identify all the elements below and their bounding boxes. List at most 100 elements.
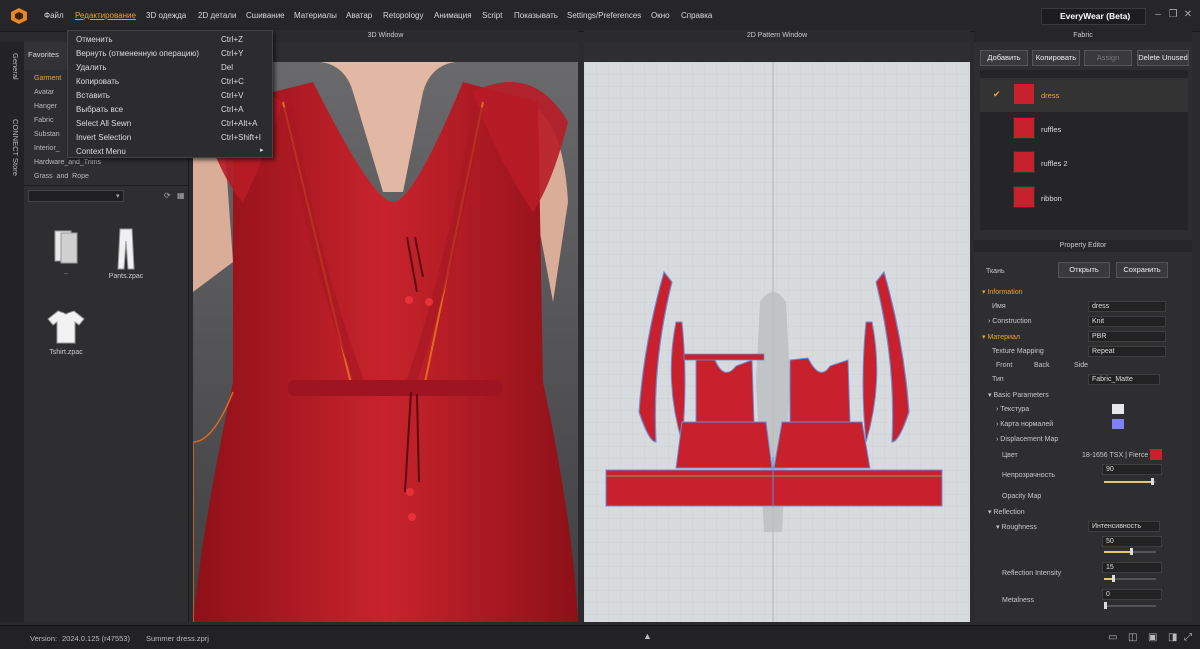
menu-sewing[interactable]: Сшивание — [246, 11, 285, 20]
fabric-item-dress[interactable]: ✔ dress — [980, 78, 1188, 112]
tree-item-avatar[interactable]: Avatar — [34, 89, 54, 96]
chevron-down-icon[interactable]: ▾ — [116, 192, 120, 200]
library-search-input[interactable] — [28, 190, 124, 202]
metalness-slider-knob[interactable] — [1104, 602, 1107, 609]
menu-item-select-all-sewn[interactable]: Select All Sewn — [76, 119, 131, 128]
texture-mapping-select[interactable]: Repeat — [1088, 346, 1166, 357]
menu-edit[interactable]: Редактирование — [75, 11, 136, 20]
side-back-tab[interactable]: Back — [1034, 362, 1050, 369]
fabric-panel-title: Fabric — [1073, 32, 1093, 39]
menu-avatar[interactable]: Аватар — [346, 11, 372, 20]
normal-map-swatch[interactable] — [1112, 419, 1124, 429]
menu-script[interactable]: Script — [482, 11, 502, 20]
roughness-slider-knob[interactable] — [1130, 548, 1133, 555]
layout-4-icon[interactable]: ◨ — [1168, 632, 1177, 643]
menu-item-paste[interactable]: Вставить — [76, 91, 110, 100]
fullscreen-icon[interactable]: ⤢ — [1184, 632, 1192, 643]
menu-file[interactable]: Файл — [44, 11, 64, 20]
menu-item-copy[interactable]: Копировать — [76, 77, 119, 86]
fabric-item-ruffles[interactable]: ruffles — [980, 112, 1188, 146]
metalness-slider[interactable] — [1104, 602, 1156, 609]
reflection-intensity-field[interactable]: 15 — [1102, 562, 1162, 573]
menu-item-select-all[interactable]: Выбрать все — [76, 105, 123, 114]
menu-animation[interactable]: Анимация — [434, 11, 472, 20]
fabric-item-ribbon[interactable]: ribbon — [980, 181, 1188, 215]
roughness-mode-select[interactable]: Интенсивность — [1088, 521, 1160, 532]
tree-item-fabric[interactable]: Fabric — [34, 117, 53, 124]
section-basic-params[interactable]: ▾ Basic Parameters — [988, 391, 1049, 399]
normal-map-label[interactable]: › Карта нормалей — [996, 421, 1053, 428]
product-selector[interactable]: EveryWear (Beta) — [1041, 8, 1146, 25]
tab-general[interactable]: General — [4, 48, 20, 84]
layout-1-icon[interactable]: ▭ — [1108, 632, 1117, 643]
copy-fabric-button[interactable]: Копировать — [1032, 50, 1080, 66]
roughness-label[interactable]: ▾ Roughness — [996, 523, 1037, 531]
menu-display[interactable]: Показывать — [514, 11, 558, 20]
close-icon[interactable]: ✕ — [1182, 9, 1194, 21]
fabric-name: dress — [1041, 91, 1060, 100]
refresh-icon[interactable]: ⟳ — [164, 191, 171, 200]
tree-item-interior[interactable]: Interior_ — [34, 145, 60, 152]
menu-item-context-menu[interactable]: Context Menu — [76, 147, 126, 156]
type-select[interactable]: Fabric_Matte — [1088, 374, 1160, 385]
tree-item-hardware[interactable]: Hardware_and_Trims — [34, 159, 101, 166]
menu-settings[interactable]: Settings/Preferences — [567, 11, 641, 20]
opacity-slider[interactable] — [1104, 478, 1156, 485]
section-information[interactable]: ▾ Information — [982, 288, 1023, 296]
file-item-parent[interactable]: .. — [36, 227, 96, 276]
section-material[interactable]: ▾ Материал — [982, 333, 1020, 341]
reflection-intensity-slider[interactable] — [1104, 575, 1156, 582]
tab-connect-store[interactable]: CONNECT Store — [4, 112, 20, 182]
displacement-label[interactable]: › Displacement Map — [996, 436, 1058, 443]
maximize-icon[interactable]: ❐ — [1167, 9, 1179, 21]
reflection-intensity-slider-knob[interactable] — [1112, 575, 1115, 582]
material-select[interactable]: PBR — [1088, 331, 1166, 342]
tree-item-garment[interactable]: Garment — [34, 75, 61, 82]
menu-retopology[interactable]: Retopology — [383, 11, 423, 20]
tree-item-substance[interactable]: Substan — [34, 131, 60, 138]
add-fabric-button[interactable]: Добавить — [980, 50, 1028, 66]
save-button[interactable]: Сохранить — [1116, 262, 1168, 278]
menu-item-redo[interactable]: Вернуть (отмененную операцию) — [76, 49, 199, 58]
delete-unused-button[interactable]: Delete Unused — [1137, 50, 1189, 66]
2d-pattern-canvas[interactable] — [584, 62, 970, 622]
texture-swatch[interactable] — [1112, 404, 1124, 414]
tree-item-hanger[interactable]: Hanger — [34, 103, 57, 110]
file-item-pants[interactable]: Pants.zpac — [96, 227, 156, 280]
name-field[interactable]: dress — [1088, 301, 1166, 312]
view-toggle-icon[interactable]: ▦ — [177, 191, 185, 200]
section-reflection[interactable]: ▾ Reflection — [988, 508, 1025, 516]
menu-help[interactable]: Справка — [681, 11, 712, 20]
tab-favorites[interactable]: Favorites — [28, 50, 59, 59]
menu-3d-garment[interactable]: 3D одежда — [146, 11, 186, 20]
layout-3-icon[interactable]: ▣ — [1148, 632, 1157, 643]
2d-pattern-window[interactable]: 2D Pattern Window — [584, 30, 970, 622]
open-button[interactable]: Открыть — [1058, 262, 1110, 278]
tree-item-grass[interactable]: Grass_and_Rope — [34, 173, 89, 179]
texture-label[interactable]: › Текстура — [996, 406, 1029, 413]
construction-label[interactable]: › Construction — [988, 318, 1032, 325]
layout-2-icon[interactable]: ◫ — [1128, 632, 1137, 643]
minimize-icon[interactable]: – — [1152, 9, 1164, 21]
app-logo-icon[interactable] — [10, 7, 28, 25]
construction-field[interactable]: Knit — [1088, 316, 1166, 327]
menu-materials[interactable]: Материалы — [294, 11, 337, 20]
expand-up-icon[interactable]: ▲ — [643, 631, 652, 641]
opacity-slider-knob[interactable] — [1151, 478, 1154, 485]
menu-item-delete[interactable]: Удалить — [76, 63, 107, 72]
opacity-field[interactable]: 90 — [1102, 464, 1162, 475]
assign-fabric-button[interactable]: Assign — [1084, 50, 1132, 66]
metalness-field[interactable]: 0 — [1102, 589, 1162, 600]
menu-2d-pattern[interactable]: 2D детали — [198, 11, 236, 20]
side-front-tab[interactable]: Front — [996, 362, 1012, 369]
menu-window[interactable]: Окно — [651, 11, 670, 20]
menu-item-undo[interactable]: Отменить — [76, 35, 113, 44]
fabric-item-ruffles-2[interactable]: ruffles 2 — [980, 146, 1188, 180]
file-item-tshirt[interactable]: Tshirt.zpac — [36, 307, 96, 356]
side-side-tab[interactable]: Side — [1074, 362, 1088, 369]
roughness-field[interactable]: 50 — [1102, 536, 1162, 547]
reflection-intensity-slider-fill — [1104, 578, 1112, 580]
menu-item-invert-selection[interactable]: Invert Selection — [76, 133, 131, 142]
roughness-slider[interactable] — [1104, 548, 1156, 555]
color-swatch[interactable] — [1150, 449, 1162, 460]
